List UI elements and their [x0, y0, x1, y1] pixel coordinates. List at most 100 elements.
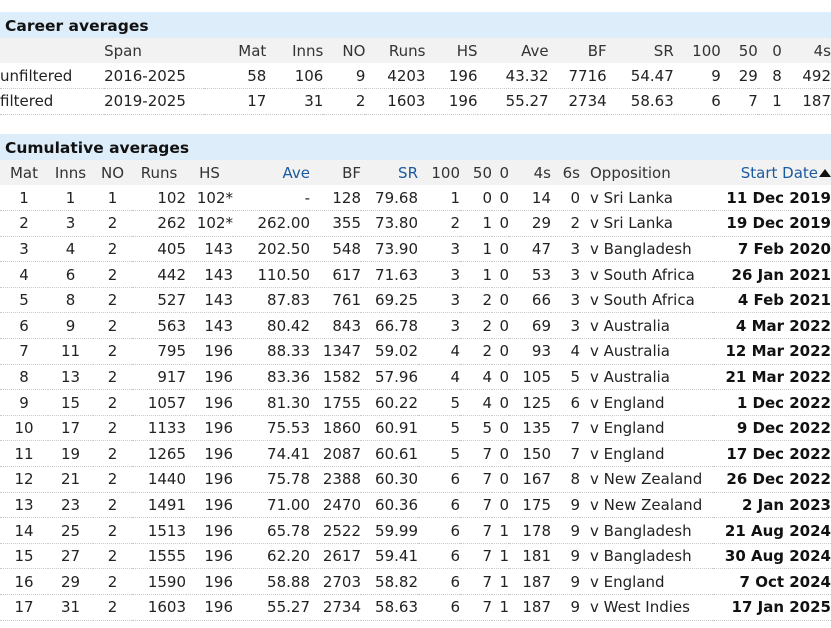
cell-start-date: 21 Mar 2022: [713, 364, 831, 391]
cell-mat: 17: [204, 88, 267, 115]
cell-no: 2: [93, 210, 132, 237]
cell-ducks: 0: [492, 210, 509, 237]
cell-no: 2: [93, 312, 132, 340]
cell-sixes: 9: [551, 492, 580, 519]
cell-ave: 55.27: [233, 594, 310, 621]
cell-fifties: 4: [460, 389, 492, 416]
cumulative-row: 9 15 2 1057 196 81.30 1755 60.22 5 4 0 125 6 v Englan…: [0, 389, 831, 416]
cumulative-row: 10 17 2 1133 196 75.53 1860 60.91 5 5 0 135 7 v Engla…: [0, 415, 831, 442]
cell-hundreds: 3: [418, 236, 460, 263]
cell-start-date: 7 Feb 2020: [713, 236, 831, 263]
cumulative-row: 7 11 2 795 196 88.33 1347 59.02 4 2 0 93 4 v Australi…: [0, 338, 831, 365]
cell-runs: 1513: [132, 517, 186, 544]
cell-sr: 79.68: [361, 185, 418, 212]
col-header-runs: Runs: [388, 41, 426, 60]
cell-no: 2: [93, 492, 132, 519]
cell-ducks: 0: [492, 389, 509, 416]
cell-inns: 23: [48, 492, 93, 519]
cell-ducks: 8: [757, 63, 782, 90]
cell-ave: 74.41: [233, 440, 310, 468]
cumulative-row: 8 13 2 917 196 83.36 1582 57.96 4 4 0 105 5 v Austral…: [0, 364, 831, 391]
cell-hundreds: 6: [418, 543, 460, 570]
cell-hundreds: 6: [418, 466, 460, 493]
cell-fifties: 1: [460, 236, 492, 263]
cell-hundreds: 6: [418, 492, 460, 519]
cell-ave: 83.36: [233, 364, 310, 391]
cell-sixes: 8: [551, 466, 580, 493]
cell-hundreds: 3: [418, 312, 460, 340]
cell-bf: 761: [310, 287, 361, 314]
cell-sixes: 3: [551, 287, 580, 314]
cell-fifties: 7: [460, 543, 492, 570]
cell-fours: 167: [509, 466, 551, 493]
cell-ave: 87.83: [233, 287, 310, 314]
cell-ducks: 0: [492, 185, 509, 212]
cell-mat: 13: [0, 492, 48, 519]
cumulative-header-row: Mat Inns NO Runs HS Ave BF SR 100 50 0 4…: [0, 160, 831, 185]
cell-ave: 80.42: [233, 312, 310, 340]
cell-opposition: v New Zealand: [580, 492, 713, 519]
cell-inns: 29: [48, 568, 93, 595]
cell-inns: 4: [48, 236, 93, 263]
cell-fours: 93: [509, 338, 551, 365]
cell-opposition: v Australia: [580, 364, 713, 391]
col-header-start-date[interactable]: Start Date: [713, 160, 831, 185]
cell-inns: 21: [48, 466, 93, 493]
cell-hs: 143: [186, 287, 233, 314]
cell-hundreds: 5: [418, 389, 460, 416]
cell-fifties: 2: [460, 338, 492, 365]
cell-fours: 492: [781, 63, 831, 90]
cell-ducks: 0: [492, 338, 509, 365]
col-header-bf: BF: [587, 41, 607, 60]
cell-fifties: 7: [460, 440, 492, 468]
cell-opposition: v Australia: [580, 312, 713, 340]
cumulative-row: 6 9 2 563 143 80.42 843 66.78 3 2 0 69 3 v Australia 4…: [0, 312, 831, 340]
cumulative-row: 11 19 2 1265 196 74.41 2087 60.61 5 7 0 150 7 v Engla…: [0, 440, 831, 468]
cell-hs: 102*: [186, 210, 233, 237]
career-averages-table: Span Mat Inns NO Runs HS Ave BF SR 100 5…: [0, 38, 831, 115]
cell-inns: 17: [48, 415, 93, 442]
cumulative-averages-section: Cumulative averages Mat Inns NO Runs HS …: [0, 134, 831, 621]
cell-inns: 9: [48, 312, 93, 340]
cell-hundreds: 1: [418, 185, 460, 212]
cell-runs: 1265: [132, 440, 186, 468]
cell-inns: 25: [48, 517, 93, 544]
cell-start-date: 2 Jan 2023: [713, 492, 831, 519]
cell-ducks: 0: [492, 364, 509, 391]
cumulative-averages-title: Cumulative averages: [0, 134, 831, 160]
cell-start-date: 17 Jan 2025: [713, 594, 831, 621]
sort-ascending-arrow-icon[interactable]: [819, 168, 831, 177]
cell-sixes: 5: [551, 364, 580, 391]
cell-ducks: 1: [492, 568, 509, 595]
col-header-ave[interactable]: Ave: [233, 160, 311, 185]
cell-sr: 60.36: [361, 492, 418, 519]
cell-sixes: 7: [551, 440, 580, 468]
cell-mat: 10: [0, 415, 48, 442]
cell-runs: 4203: [365, 63, 426, 90]
cell-fours: 53: [509, 261, 551, 288]
cell-opposition: v Australia: [580, 338, 713, 365]
cell-runs: 795: [132, 338, 186, 365]
cell-start-date: 4 Feb 2021: [713, 287, 831, 314]
cell-mat: 12: [0, 466, 48, 493]
cell-start-date: 26 Dec 2022: [713, 466, 831, 493]
cell-ave: 65.78: [233, 517, 310, 544]
cell-ducks: 0: [492, 492, 509, 519]
cell-fours: 69: [509, 312, 551, 340]
cell-hs: 196: [425, 63, 478, 90]
cell-opposition: v Bangladesh: [580, 517, 713, 544]
cell-hs: 143: [186, 312, 233, 340]
cell-bf: 548: [310, 236, 361, 263]
cell-no: 2: [323, 88, 366, 115]
cell-inns: 31: [266, 88, 324, 115]
cell-runs: 102: [132, 185, 186, 212]
cell-hundreds: 9: [673, 63, 721, 90]
cell-hs: 196: [186, 389, 233, 416]
cell-hs: 102*: [186, 185, 233, 212]
cell-ducks: 1: [492, 517, 509, 544]
cell-sr: 59.41: [361, 543, 418, 570]
col-header-sr[interactable]: SR: [361, 160, 418, 185]
cell-inns: 1: [48, 185, 93, 212]
cell-inns: 8: [48, 287, 93, 314]
cell-runs: 1590: [132, 568, 186, 595]
